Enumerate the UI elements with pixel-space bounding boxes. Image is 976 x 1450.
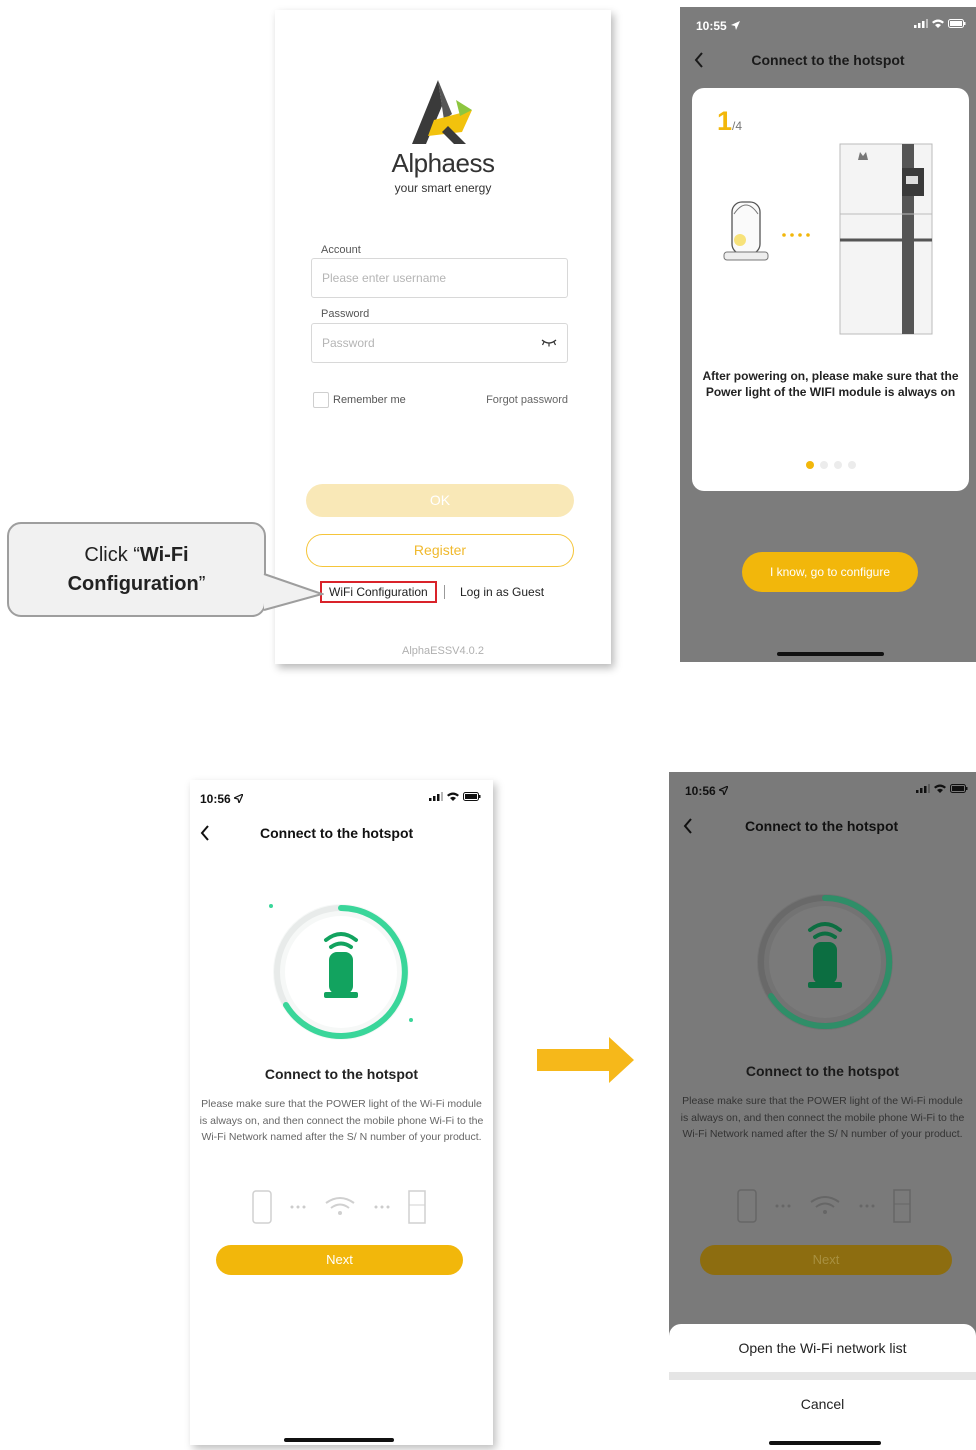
- brand-name: Alphaess: [391, 148, 495, 178]
- password-placeholder: Password: [322, 336, 375, 350]
- next-step-arrow-icon: [537, 1037, 634, 1083]
- action-sheet: Open the Wi-Fi network list Cancel: [669, 1324, 976, 1450]
- wifi-list-prompt-screen: 10:56 Connect to the hotspot Connect to …: [669, 772, 976, 1450]
- page-dots: [692, 461, 969, 469]
- page-dot-3: [833, 461, 842, 469]
- hotspot-description: Please make sure that the POWER light of…: [680, 1095, 965, 1140]
- instruction-text: After powering on, please make sure that…: [702, 369, 959, 399]
- cancel-button[interactable]: Cancel: [669, 1396, 976, 1412]
- signal-icon: [914, 19, 928, 28]
- wifi-module-device-illustration: [723, 143, 933, 335]
- account-placeholder: Please enter username: [322, 271, 447, 285]
- eye-closed-icon[interactable]: [541, 336, 557, 348]
- ok-button[interactable]: OK: [306, 484, 574, 517]
- brand-tagline: your smart energy: [394, 181, 492, 195]
- instruction-callout: Click “Wi-Fi Configuration”: [7, 522, 266, 617]
- status-time: 10:56: [685, 784, 716, 798]
- link-separator: [444, 585, 445, 599]
- hotspot-ring-illustration: [269, 904, 413, 1040]
- step-counter: 1/4: [717, 106, 742, 137]
- instruction-card: 1/4 After powering on, please make sure …: [692, 88, 969, 491]
- back-chevron-icon[interactable]: [683, 818, 693, 834]
- phone-wifi-device-flow-icon: [252, 1190, 426, 1224]
- password-input[interactable]: Password: [311, 323, 568, 363]
- hotspot-heading: Connect to the hotspot: [745, 1063, 900, 1079]
- status-icons: [914, 19, 966, 28]
- guest-login-link[interactable]: Log in as Guest: [460, 585, 544, 599]
- hotspot-connect-screen: 10:56 Connect to the hotspot Connect to …: [190, 780, 493, 1445]
- login-screen: Alphaess your smart energy Account Pleas…: [275, 10, 611, 664]
- location-arrow-icon: [731, 21, 740, 30]
- step-total: /4: [732, 119, 743, 133]
- callout-prefix: Click “: [84, 544, 140, 566]
- signal-icon: [916, 784, 930, 793]
- wifi-configuration-link[interactable]: WiFi Configuration: [320, 581, 437, 603]
- go-configure-button[interactable]: I know, go to configure: [742, 552, 918, 592]
- page-dot-4: [847, 461, 856, 469]
- home-indicator: [769, 1441, 881, 1445]
- password-label: Password: [321, 308, 370, 320]
- app-version: AlphaESSV4.0.2: [402, 645, 484, 657]
- remember-label: Remember me: [333, 394, 406, 406]
- phone-wifi-device-flow-icon: [737, 1189, 911, 1223]
- status-icons: [916, 784, 968, 793]
- callout-bold-1: Wi-Fi: [139, 544, 189, 566]
- forgot-password-link[interactable]: Forgot password: [486, 394, 568, 406]
- callout-pointer: [263, 573, 324, 611]
- battery-icon: [463, 792, 481, 801]
- status-time: 10:56: [200, 792, 231, 806]
- brand-logo-block: Alphaess your smart energy: [275, 80, 611, 195]
- open-wifi-list-button[interactable]: Open the Wi-Fi network list: [669, 1340, 976, 1356]
- callout-bold-2: Configuration: [67, 573, 199, 595]
- hotspot-ring-illustration: [757, 894, 893, 1030]
- home-indicator: [284, 1438, 394, 1442]
- page-dot-2: [819, 461, 828, 469]
- next-button[interactable]: Next: [216, 1245, 463, 1275]
- status-time: 10:55: [696, 19, 727, 33]
- battery-icon: [950, 784, 968, 793]
- sheet-divider: [669, 1372, 976, 1380]
- alphaess-logo-icon: [412, 80, 472, 144]
- account-input[interactable]: Please enter username: [311, 258, 568, 298]
- account-label: Account: [321, 244, 361, 256]
- register-button[interactable]: Register: [306, 534, 574, 567]
- location-arrow-icon: [719, 786, 728, 795]
- callout-suffix: ”: [198, 573, 206, 595]
- remember-checkbox[interactable]: [313, 392, 329, 408]
- nav-title: Connect to the hotspot: [745, 818, 899, 834]
- signal-icon: [429, 792, 443, 801]
- nav-title: Connect to the hotspot: [260, 825, 414, 841]
- hotspot-description: Please make sure that the POWER light of…: [199, 1098, 484, 1143]
- nav-title: Connect to the hotspot: [751, 52, 905, 68]
- remember-me[interactable]: Remember me: [313, 392, 406, 408]
- hotspot-heading: Connect to the hotspot: [264, 1066, 419, 1082]
- wifi-status-icon: [932, 19, 944, 28]
- battery-icon: [948, 19, 966, 28]
- wifi-status-icon: [934, 784, 946, 793]
- step-current: 1: [717, 106, 733, 136]
- next-button: Next: [700, 1245, 952, 1275]
- status-icons: [429, 792, 481, 801]
- page-dot-1: [805, 461, 814, 469]
- wifi-status-icon: [447, 792, 459, 801]
- hotspot-step1-screen: 10:55 Connect to the hotspot 1/4 After p…: [680, 7, 976, 662]
- back-chevron-icon[interactable]: [200, 825, 210, 841]
- home-indicator: [777, 652, 884, 656]
- location-arrow-icon: [234, 794, 243, 803]
